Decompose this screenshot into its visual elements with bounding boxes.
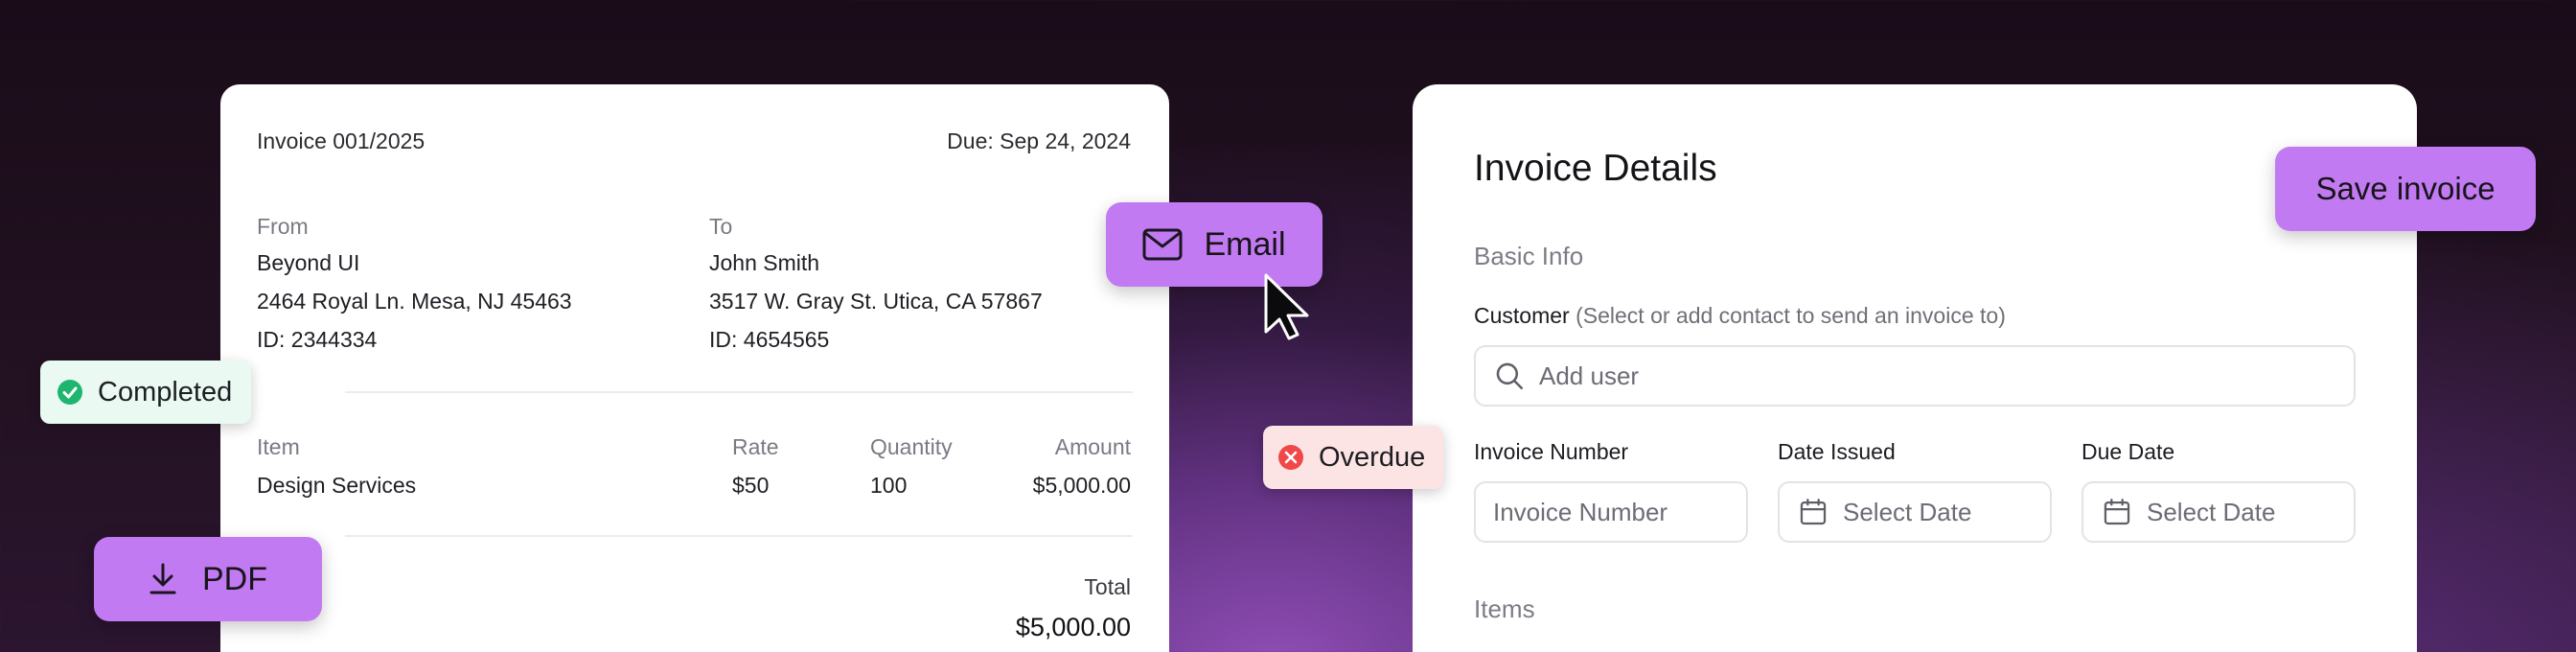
invoice-total: Total $5,000.00: [1016, 568, 1131, 648]
cell-quantity: 100: [870, 473, 908, 498]
pointer-cursor-icon: [1264, 273, 1309, 340]
save-invoice-button[interactable]: Save invoice: [2275, 147, 2536, 231]
items-header-row: Item Rate Quantity Amount: [257, 428, 1131, 466]
invoice-number-input[interactable]: [1493, 483, 1746, 541]
check-circle-icon: [58, 380, 82, 405]
page-title: Invoice Details: [1474, 148, 1717, 189]
invoice-preview-card: Invoice 001/2025 Due: Sep 24, 2024 From …: [220, 84, 1169, 652]
column-header-rate: Rate: [732, 434, 779, 459]
table-row: Design Services $50 100 $5,000.00: [257, 466, 1131, 504]
overdue-label: Overdue: [1319, 441, 1426, 473]
to-address: 3517 W. Gray St. Utica, CA 57867: [709, 289, 1043, 314]
to-id: ID: 4654565: [709, 327, 830, 352]
cell-amount: $5,000.00: [1032, 473, 1131, 498]
date-issued-value: Select Date: [1843, 497, 1972, 526]
save-invoice-label: Save invoice: [2315, 171, 2496, 206]
invoice-number: Invoice 001/2025: [257, 128, 426, 153]
customer-label-text: Customer: [1474, 303, 1570, 328]
invoice-header: Invoice 001/2025 Due: Sep 24, 2024: [257, 128, 1131, 154]
from-name: Beyond UI: [257, 250, 360, 275]
customer-search-input[interactable]: [1539, 347, 2354, 405]
status-badge-overdue: Overdue: [1263, 426, 1443, 489]
due-date-picker[interactable]: Select Date: [2082, 481, 2356, 543]
completed-label: Completed: [98, 376, 233, 408]
invoice-to: To John Smith 3517 W. Gray St. Utica, CA…: [709, 209, 1043, 359]
column-header-amount: Amount: [1054, 434, 1131, 459]
from-label: From: [257, 214, 309, 239]
pdf-button-label: PDF: [202, 560, 267, 597]
invoice-details-card: Invoice Details Basic Info Customer (Sel…: [1413, 84, 2417, 652]
column-header-item: Item: [257, 434, 300, 459]
mail-icon: [1142, 228, 1183, 261]
due-date-value: Select Date: [2147, 497, 2276, 526]
total-label: Total: [1084, 574, 1131, 599]
status-badge-completed: Completed: [40, 361, 251, 424]
total-value: $5,000.00: [1015, 613, 1131, 641]
calendar-icon: [1800, 499, 1827, 525]
date-issued-picker[interactable]: Select Date: [1778, 481, 2052, 543]
date-issued-label: Date Issued: [1778, 439, 1896, 464]
divider: [345, 391, 1133, 393]
customer-label: Customer (Select or add contact to send …: [1474, 303, 2006, 329]
items-table: Item Rate Quantity Amount Design Service…: [257, 428, 1131, 504]
cell-item: Design Services: [257, 473, 417, 498]
download-pdf-button[interactable]: PDF: [94, 537, 322, 621]
due-date-label: Due Date: [2082, 439, 2175, 464]
invoice-number-label: Invoice Number: [1474, 439, 1629, 464]
download-icon: [150, 563, 176, 594]
from-address: 2464 Royal Ln. Mesa, NJ 45463: [257, 289, 572, 314]
invoice-from: From Beyond UI 2464 Royal Ln. Mesa, NJ 4…: [257, 209, 572, 359]
from-id: ID: 2344334: [257, 327, 378, 352]
to-label: To: [709, 214, 733, 239]
column-header-quantity: Quantity: [870, 434, 953, 459]
to-name: John Smith: [709, 250, 820, 275]
x-circle-icon: [1278, 445, 1303, 470]
customer-hint: (Select or add contact to send an invoic…: [1576, 303, 2006, 328]
invoice-number-field[interactable]: [1474, 481, 1748, 543]
search-icon: [1496, 362, 1524, 390]
divider: [345, 535, 1133, 537]
section-basic-info: Basic Info: [1474, 242, 1584, 270]
invoice-due-date: Due: Sep 24, 2024: [947, 128, 1131, 153]
customer-search-field[interactable]: [1474, 345, 2356, 407]
email-button-label: Email: [1204, 225, 1286, 263]
section-items: Items: [1474, 594, 1535, 623]
cell-rate: $50: [732, 473, 770, 498]
calendar-icon: [2104, 499, 2130, 525]
